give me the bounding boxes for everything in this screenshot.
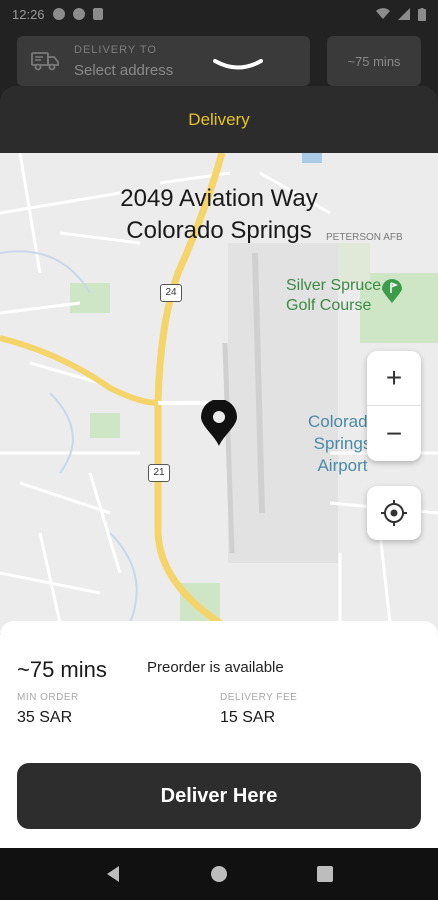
route-24-shield: 24 [160,284,182,302]
time-estimate-button[interactable]: ~75 mins [327,36,421,86]
golf-icon [382,279,402,303]
sheet-title: Delivery [188,109,250,129]
delivery-info-card: ~75 mins Preorder is available MIN ORDER… [0,621,438,848]
delivery-truck-icon [31,52,59,71]
delivery-fee-label: DELIVERY FEE [220,692,298,703]
address-selector[interactable]: DELIVERY TO Select address [17,36,310,86]
zoom-out-button[interactable]: − [367,406,421,461]
address-placeholder: Select address [74,62,174,79]
battery-icon [418,7,426,21]
top-header: DELIVERY TO Select address ~75 mins [0,36,438,88]
chevron-down-icon [213,59,263,70]
delivery-fee-value: 15 SAR [220,709,276,726]
eta-text: ~75 mins [17,657,107,682]
crosshair-icon [381,500,407,526]
status-bar: 12:26 [0,0,438,28]
app-icon [72,8,85,20]
wifi-icon [376,8,390,19]
poi-peterson-label: PETERSON AFB [326,232,403,243]
status-time: 12:26 [12,6,45,22]
min-order-label: MIN ORDER [17,692,79,703]
min-order-value: 35 SAR [17,709,73,726]
poi-golf-label: Silver Spruce Golf Course [286,277,382,314]
notification-icon [52,8,65,20]
map-view[interactable]: 2049 Aviation Way Colorado Springs PETER… [0,153,438,633]
home-icon[interactable] [210,865,228,883]
delivery-sheet: Delivery 2049 Aviation Way Colorado Spri… [0,86,438,848]
location-pin-icon [201,400,237,446]
address-line-1: 2049 Aviation Way [120,185,318,212]
preorder-text: Preorder is available [147,659,284,676]
delivery-to-label: DELIVERY TO [74,44,157,56]
deliver-here-button[interactable]: Deliver Here [17,763,421,829]
signal-icon [398,8,410,20]
screen: 12:26 DELIVERY TO Select address ~75 min… [0,0,438,900]
my-location-button[interactable] [367,486,421,540]
route-21-shield: 21 [148,464,170,482]
back-icon[interactable] [104,865,122,883]
recents-icon[interactable] [316,865,334,883]
zoom-in-button[interactable]: + [367,351,421,406]
system-nav-bar [0,848,438,900]
clipboard-icon [92,8,103,20]
zoom-controls: + − [367,351,421,461]
